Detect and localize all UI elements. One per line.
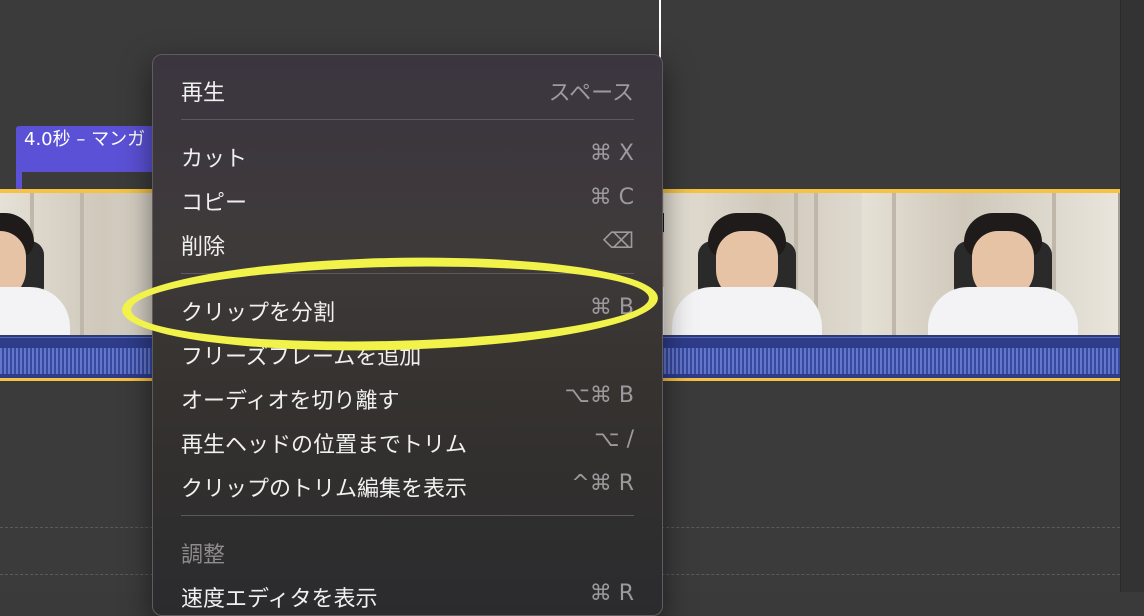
title-clip-label: 4.0秒 – マンガ bbox=[24, 129, 146, 150]
menu-section-adjust: 調整 bbox=[153, 529, 662, 569]
menu-item-delete[interactable]: 削除 ⌫ bbox=[153, 221, 662, 261]
menu-item-trim-to-playhead[interactable]: 再生ヘッドの位置までトリム ⌥ / bbox=[153, 419, 662, 459]
menu-item-label: 再生 bbox=[181, 81, 226, 106]
filmstrip-frame bbox=[862, 193, 1120, 335]
menu-item-shortcut: ^⌘ R bbox=[571, 471, 634, 496]
menu-section-label: 調整 bbox=[181, 543, 226, 568]
menu-item-copy[interactable]: コピー ⌘ C bbox=[153, 177, 662, 217]
menu-item-label: クリップのトリム編集を表示 bbox=[181, 477, 468, 502]
playhead[interactable] bbox=[659, 0, 661, 60]
delete-key-icon: ⌫ bbox=[602, 229, 634, 254]
menu-item-shortcut: スペース bbox=[548, 81, 634, 106]
menu-item-shortcut: ⌘ X bbox=[589, 141, 634, 166]
menu-item-label: カット bbox=[181, 147, 248, 172]
menu-separator bbox=[181, 119, 634, 120]
menu-item-label: 削除 bbox=[181, 235, 226, 260]
menu-item-cut[interactable]: カット ⌘ X bbox=[153, 133, 662, 173]
menu-item-shortcut: ⌘ R bbox=[589, 581, 634, 606]
menu-item-label: コピー bbox=[181, 191, 248, 216]
menu-item-label: 速度エディタを表示 bbox=[181, 587, 378, 612]
menu-item-shortcut: ⌥⌘ B bbox=[564, 383, 634, 408]
menu-item-show-trim-editor[interactable]: クリップのトリム編集を表示 ^⌘ R bbox=[153, 463, 662, 503]
menu-item-show-speed-editor[interactable]: 速度エディタを表示 ⌘ R bbox=[153, 573, 662, 613]
menu-item-label: 再生ヘッドの位置までトリム bbox=[181, 433, 468, 458]
menu-item-shortcut: ⌘ C bbox=[589, 185, 634, 210]
menu-item-detach-audio[interactable]: オーディオを切り離す ⌥⌘ B bbox=[153, 375, 662, 415]
menu-item-play[interactable]: 再生 スペース bbox=[153, 67, 662, 107]
menu-item-shortcut: ⌥ / bbox=[594, 427, 634, 452]
menu-item-label: オーディオを切り離す bbox=[181, 389, 400, 414]
timeline-scroll-edge bbox=[1120, 0, 1144, 592]
menu-separator bbox=[181, 515, 634, 516]
